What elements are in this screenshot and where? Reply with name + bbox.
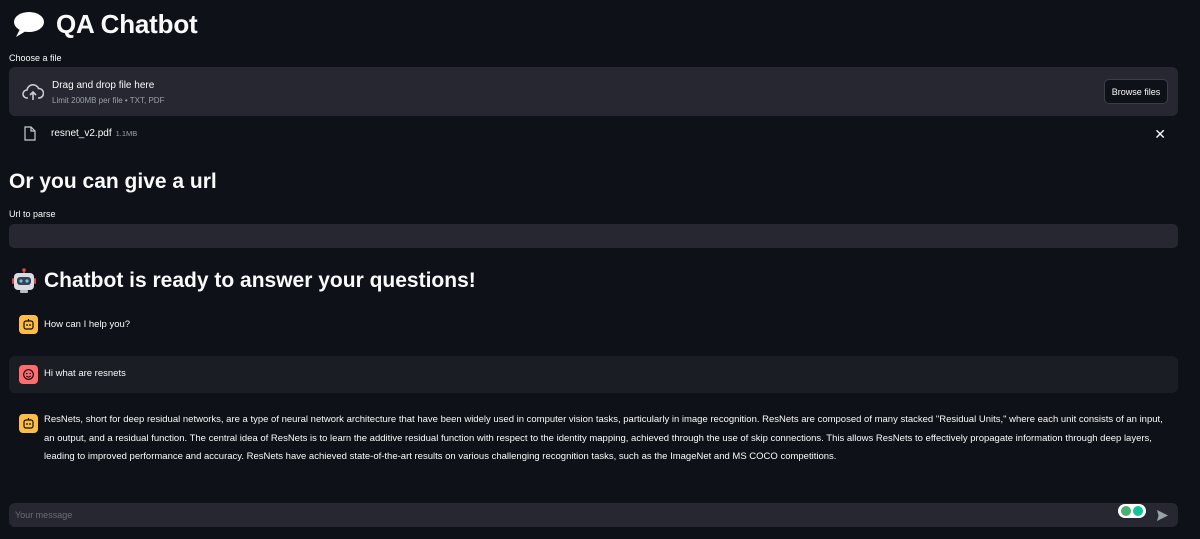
chat-input-container: [9, 503, 1178, 527]
chat-message-input[interactable]: [9, 503, 1109, 527]
document-icon: [24, 126, 36, 141]
chat-message-assistant: ResNets, short for deep residual network…: [9, 410, 1178, 470]
message-text: How can I help you?: [44, 319, 131, 330]
chat-message-user: Hi what are resnets: [9, 356, 1178, 393]
robot-icon: [12, 268, 36, 293]
page-title: QA Chatbot: [56, 8, 198, 39]
speech-bubble-icon: [14, 12, 44, 37]
url-input-label: Url to parse: [9, 209, 56, 219]
dropzone-instructions: Drag and drop file here: [52, 80, 155, 91]
robot-face-icon: [19, 414, 38, 433]
chat-message-assistant: How can I help you?: [9, 310, 1178, 340]
file-name: resnet_v2.pdf 1.1MB: [51, 128, 138, 139]
file-uploader-label: Choose a file: [9, 53, 62, 63]
robot-face-icon: [19, 315, 38, 334]
cloud-upload-icon: [22, 84, 44, 100]
extension-grammar-icon: [1133, 506, 1143, 516]
extension-pin-icon: [1121, 506, 1131, 516]
uploaded-file-row: resnet_v2.pdf 1.1MB ✕: [9, 123, 1178, 145]
browse-files-button[interactable]: Browse files: [1104, 79, 1168, 104]
url-input[interactable]: [9, 224, 1178, 248]
message-text: Hi what are resnets: [44, 368, 126, 379]
url-section-heading: Or you can give a url: [9, 170, 217, 193]
remove-file-button[interactable]: ✕: [1154, 127, 1166, 141]
message-text: ResNets, short for deep residual network…: [44, 414, 1163, 462]
file-dropzone[interactable]: Drag and drop file here Limit 200MB per …: [9, 67, 1178, 116]
send-arrow-icon[interactable]: [1156, 509, 1169, 522]
chat-section-header: Chatbot is ready to answer your question…: [12, 268, 476, 294]
dropzone-limit: Limit 200MB per file • TXT, PDF: [52, 96, 165, 105]
chat-heading: Chatbot is ready to answer your question…: [44, 269, 476, 292]
browser-extension-badge[interactable]: [1118, 504, 1146, 518]
smiley-face-icon: [19, 365, 38, 384]
page-header: QA Chatbot: [12, 6, 198, 42]
file-size: 1.1MB: [115, 129, 138, 138]
